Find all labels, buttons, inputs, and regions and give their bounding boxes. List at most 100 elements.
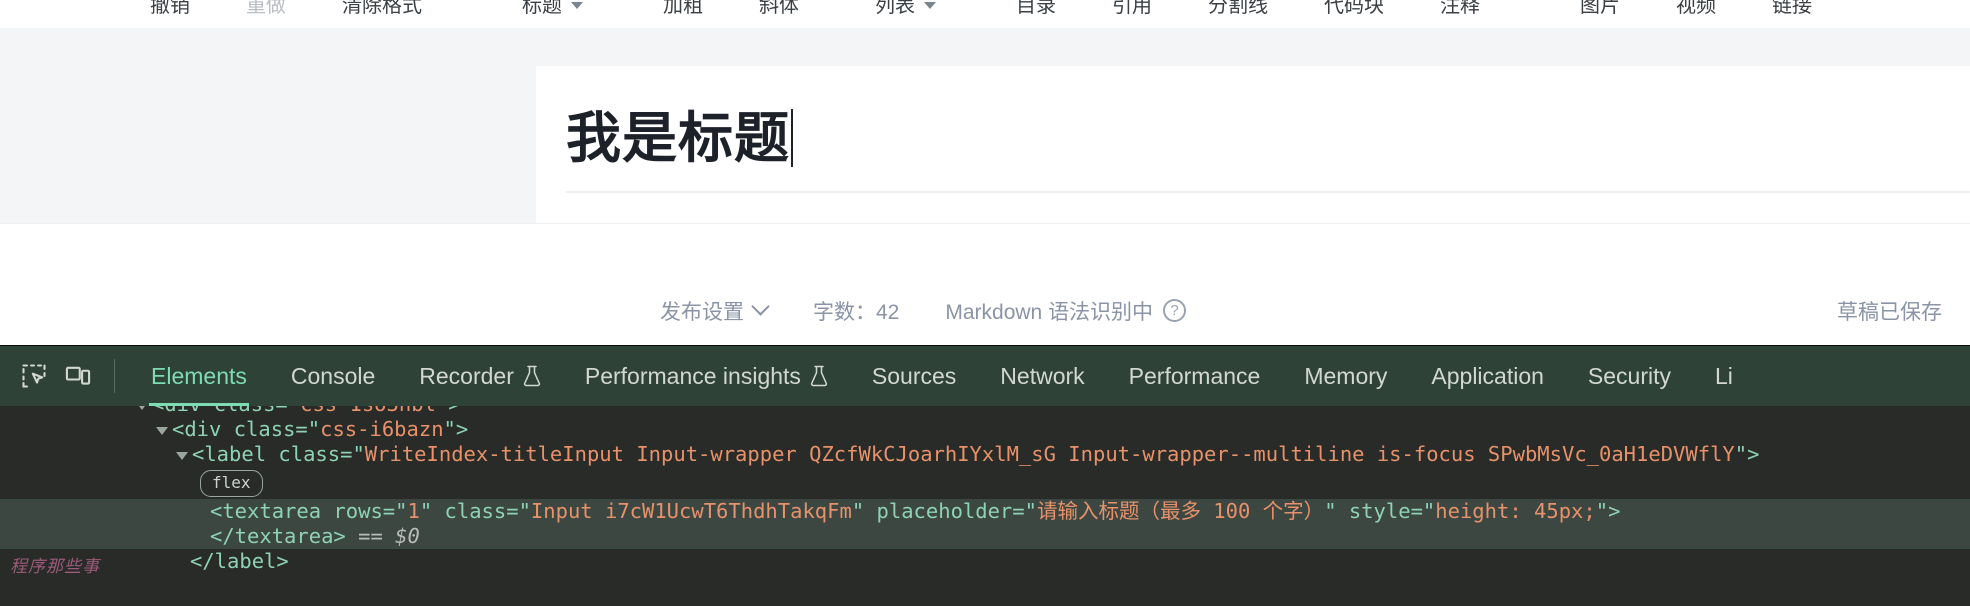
title-input[interactable]: 我是标题	[566, 88, 1936, 188]
chevron-down-icon	[751, 297, 770, 316]
editor-status-bar: 发布设置 字数：42 Markdown 语法识别中 ? 草稿已保存	[0, 276, 1970, 345]
dom-placeholder-value: 请输入标题（最多 100 个字）	[1036, 499, 1325, 523]
beaker-icon	[523, 365, 540, 387]
dom-attr-sep: " class="	[419, 499, 531, 523]
expand-triangle-icon[interactable]	[136, 406, 148, 410]
dom-class-value: css-1so3nbl	[300, 406, 436, 417]
tab-label: Li	[1715, 362, 1733, 389]
tab-label: Memory	[1304, 362, 1388, 389]
toolbar-button-code-block[interactable]: 代码块	[1324, 0, 1384, 18]
toolbar-button-heading[interactable]: 标题	[522, 0, 583, 18]
tab-label: Performance insights	[584, 362, 801, 389]
toolbar-divider	[114, 359, 115, 393]
dom-class-value: css-i6bazn	[320, 417, 444, 441]
markdown-status: Markdown 语法识别中 ?	[945, 296, 1187, 326]
editor-area: 撤销 重做 清除格式 标题 加粗 斜体 列表 目录 引用 分割线 代码块 注释 …	[0, 0, 1970, 345]
devtools-panel: Elements Console Recorder Performance in…	[0, 345, 1970, 606]
dom-class-value: WriteIndex-titleInput Input-wrapper QZcf…	[364, 442, 1735, 466]
dom-style-value: height: 45px;	[1435, 499, 1596, 523]
word-count-label: 字数：42	[813, 300, 900, 324]
dom-line[interactable]: <div class=" css-i6bazn ">	[0, 417, 1970, 442]
inspect-element-icon[interactable]	[12, 354, 56, 398]
tab-performance-insights[interactable]: Performance insights	[563, 346, 850, 406]
tab-label: Console	[290, 362, 376, 389]
tab-sources[interactable]: Sources	[850, 346, 978, 406]
device-toolbar-icon[interactable]	[56, 354, 100, 398]
toolbar-label: 列表	[875, 0, 915, 17]
toolbar-button-toc[interactable]: 目录	[1016, 0, 1056, 18]
chevron-down-icon	[924, 1, 936, 9]
dom-line-textarea[interactable]: <textarea rows=" 1 " class=" Input i7cW1Ucw…	[0, 499, 1970, 524]
tab-recorder[interactable]: Recorder	[397, 346, 563, 406]
devtools-tabbar: Elements Console Recorder Performance in…	[0, 346, 1970, 406]
tab-security[interactable]: Security	[1566, 346, 1693, 406]
toolbar-button-link[interactable]: 链接	[1772, 0, 1812, 18]
dom-tag-close: ">	[443, 417, 469, 441]
toolbar-button-quote[interactable]: 引用	[1112, 0, 1152, 18]
toolbar-button-image[interactable]: 图片	[1580, 0, 1620, 18]
dom-tag-close: ">	[436, 406, 461, 417]
toolbar-label: 标题	[522, 0, 562, 17]
tab-lighthouse[interactable]: Li	[1693, 346, 1755, 406]
dom-line[interactable]: <div class="css-1so3nbl">	[0, 406, 1970, 417]
tab-memory[interactable]: Memory	[1282, 346, 1409, 406]
text-cursor	[791, 109, 794, 167]
dom-attr-sep: " style="	[1324, 499, 1436, 523]
dom-tag-close: </textarea>	[210, 524, 346, 548]
expand-triangle-icon[interactable]	[156, 426, 168, 435]
watermark: 程序那些事	[10, 557, 100, 576]
toolbar-label: 分割线	[1208, 0, 1268, 17]
draft-saved-label: 草稿已保存	[1837, 300, 1942, 324]
toolbar-button-bold[interactable]: 加粗	[663, 0, 703, 18]
title-divider	[566, 191, 1970, 193]
dom-class-value: Input i7cW1UcwT6ThdhTakqFm	[530, 499, 852, 523]
toolbar-button-clear-format[interactable]: 清除格式	[342, 0, 422, 18]
tab-elements[interactable]: Elements	[129, 346, 269, 406]
flex-badge-row[interactable]: flex	[0, 467, 1970, 499]
toolbar-label: 视频	[1676, 0, 1716, 17]
toolbar-label: 斜体	[759, 0, 799, 17]
dom-line[interactable]: <label class=" WriteIndex-titleInput Inpu…	[0, 442, 1970, 467]
tab-label: Security	[1587, 362, 1672, 389]
toolbar-button-undo[interactable]: 撤销	[150, 0, 190, 18]
tab-label: Performance	[1128, 362, 1261, 389]
toolbar-label: 图片	[1580, 0, 1620, 17]
status-separator	[0, 223, 1970, 276]
dom-tree[interactable]: <div class="css-1so3nbl"> <div class="cs…	[0, 406, 1970, 606]
publish-settings-label: 发布设置	[660, 300, 744, 324]
flex-badge[interactable]: flex	[200, 469, 263, 497]
dom-tag-close: ">	[1734, 442, 1760, 466]
dom-tag-close: </label>	[190, 549, 289, 573]
tab-network[interactable]: Network	[978, 346, 1106, 406]
toolbar-label: 清除格式	[342, 0, 422, 17]
tab-label: Elements	[151, 362, 247, 389]
tab-console[interactable]: Console	[269, 346, 397, 406]
toolbar-label: 重做	[246, 0, 286, 17]
toolbar-label: 引用	[1112, 0, 1152, 17]
status-left-group: 发布设置 字数：42 Markdown 语法识别中 ?	[660, 296, 1187, 326]
toolbar-label: 目录	[1016, 0, 1056, 17]
beaker-icon	[810, 365, 828, 387]
toolbar-button-redo[interactable]: 重做	[246, 0, 286, 18]
tab-performance[interactable]: Performance	[1107, 346, 1283, 406]
tab-label: Application	[1431, 362, 1544, 389]
chevron-down-icon	[571, 1, 583, 9]
tab-label: Network	[1000, 362, 1085, 389]
toolbar-button-divider[interactable]: 分割线	[1208, 0, 1268, 18]
dom-tag-open: <div class="	[172, 417, 321, 441]
word-count: 字数：42	[813, 296, 899, 326]
help-icon[interactable]: ?	[1163, 299, 1187, 322]
toolbar-button-comment[interactable]: 注释	[1440, 0, 1480, 18]
editor-toolbar: 撤销 重做 清除格式 标题 加粗 斜体 列表 目录 引用 分割线 代码块 注释 …	[0, 0, 1970, 28]
toolbar-button-italic[interactable]: 斜体	[759, 0, 799, 18]
dom-tag-open: <label class="	[192, 442, 365, 466]
expand-triangle-icon[interactable]	[176, 451, 188, 460]
dom-line[interactable]: </label>	[0, 549, 1970, 574]
toolbar-button-video[interactable]: 视频	[1676, 0, 1716, 18]
dom-tag-open: <textarea rows="	[210, 499, 408, 523]
tab-application[interactable]: Application	[1409, 346, 1566, 406]
toolbar-label: 加粗	[663, 0, 703, 17]
publish-settings-button[interactable]: 发布设置	[660, 296, 770, 326]
toolbar-button-list[interactable]: 列表	[875, 0, 936, 18]
dom-line-textarea-close[interactable]: </textarea> == $0	[0, 524, 1970, 549]
